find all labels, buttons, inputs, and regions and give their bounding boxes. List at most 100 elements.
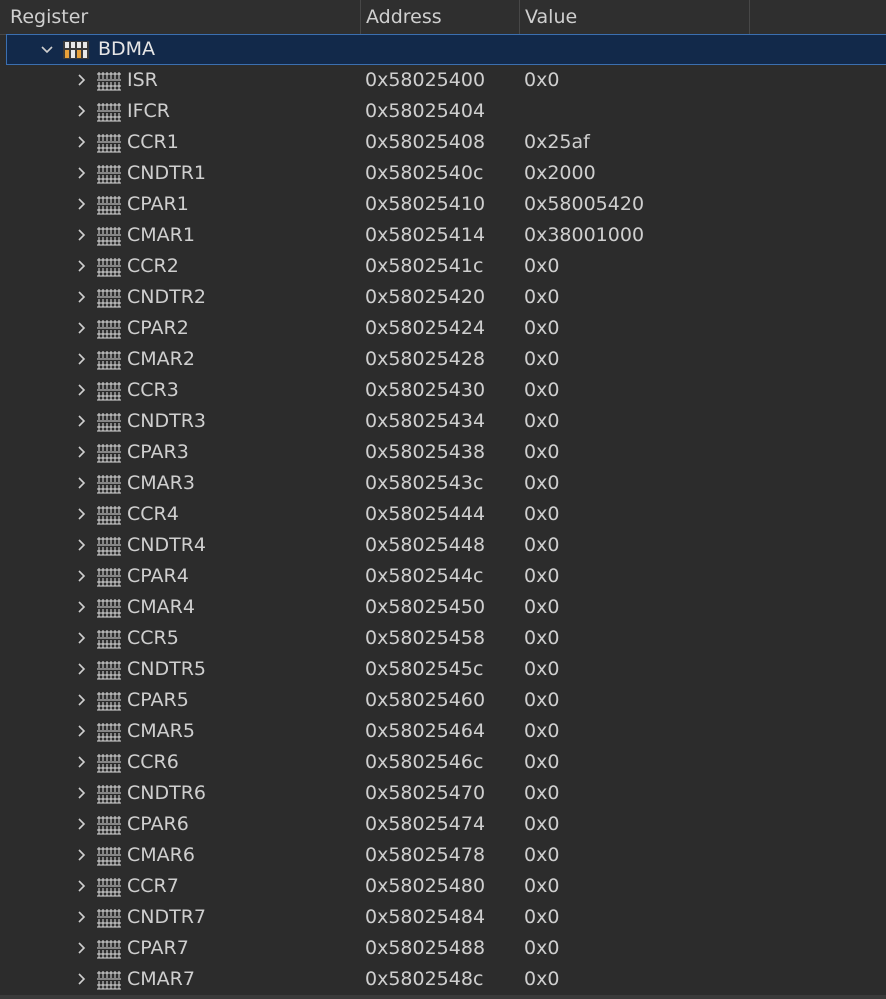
register-row[interactable]: ISR 0x58025400 0x0 [0, 65, 886, 96]
register-value[interactable]: 0x0 [524, 902, 559, 933]
register-value[interactable]: 0x58005420 [524, 189, 644, 220]
register-row[interactable]: CMAR7 0x5802548c 0x0 [0, 964, 886, 995]
register-row[interactable]: CPAR1 0x58025410 0x58005420 [0, 189, 886, 220]
register-value[interactable]: 0x0 [524, 747, 559, 778]
register-name: CPAR2 [127, 317, 189, 339]
register-value[interactable]: 0x0 [524, 654, 559, 685]
register-row[interactable]: CNDTR6 0x58025470 0x0 [0, 778, 886, 809]
chevron-right-icon[interactable] [75, 468, 89, 499]
register-row[interactable]: CNDTR2 0x58025420 0x0 [0, 282, 886, 313]
register-row[interactable]: CMAR3 0x5802543c 0x0 [0, 468, 886, 499]
chevron-right-icon[interactable] [75, 437, 89, 468]
register-value[interactable]: 0x0 [524, 716, 559, 747]
register-value[interactable]: 0x0 [524, 406, 559, 437]
chevron-right-icon[interactable] [75, 747, 89, 778]
register-icon [95, 164, 123, 184]
register-value[interactable]: 0x0 [524, 282, 559, 313]
register-value[interactable]: 0x0 [524, 313, 559, 344]
chevron-right-icon[interactable] [75, 561, 89, 592]
chevron-right-icon[interactable] [75, 406, 89, 437]
register-row[interactable]: CNDTR3 0x58025434 0x0 [0, 406, 886, 437]
chevron-right-icon[interactable] [75, 96, 89, 127]
chevron-right-icon[interactable] [75, 964, 89, 995]
register-row[interactable]: CPAR6 0x58025474 0x0 [0, 809, 886, 840]
chevron-right-icon[interactable] [75, 313, 89, 344]
register-row[interactable]: CNDTR4 0x58025448 0x0 [0, 530, 886, 561]
chevron-down-icon[interactable] [40, 34, 54, 65]
chevron-right-icon[interactable] [75, 840, 89, 871]
register-row[interactable]: CCR3 0x58025430 0x0 [0, 375, 886, 406]
register-value[interactable]: 0x0 [524, 344, 559, 375]
register-value[interactable]: 0x0 [524, 592, 559, 623]
chevron-right-icon[interactable] [75, 623, 89, 654]
register-row[interactable]: CMAR4 0x58025450 0x0 [0, 592, 886, 623]
register-row[interactable]: CMAR6 0x58025478 0x0 [0, 840, 886, 871]
chevron-right-icon[interactable] [75, 685, 89, 716]
register-row[interactable]: CMAR1 0x58025414 0x38001000 [0, 220, 886, 251]
register-column-header[interactable]: Register [0, 0, 361, 34]
register-row[interactable]: CPAR5 0x58025460 0x0 [0, 685, 886, 716]
chevron-right-icon[interactable] [75, 127, 89, 158]
chevron-right-icon[interactable] [75, 344, 89, 375]
register-address: 0x58025424 [365, 317, 486, 339]
chevron-right-icon[interactable] [75, 220, 89, 251]
register-row[interactable]: CMAR2 0x58025428 0x0 [0, 344, 886, 375]
register-row[interactable]: CMAR5 0x58025464 0x0 [0, 716, 886, 747]
register-value[interactable]: 0x0 [524, 964, 559, 995]
chevron-right-icon[interactable] [75, 158, 89, 189]
register-value[interactable]: 0x0 [524, 871, 559, 902]
address-column-header[interactable]: Address [361, 0, 520, 34]
register-value[interactable]: 0x2000 [524, 158, 596, 189]
chevron-right-icon[interactable] [75, 778, 89, 809]
chevron-right-icon[interactable] [75, 65, 89, 96]
chevron-right-icon[interactable] [75, 902, 89, 933]
register-row[interactable]: CPAR3 0x58025438 0x0 [0, 437, 886, 468]
chevron-right-icon[interactable] [75, 933, 89, 964]
register-value[interactable]: 0x0 [524, 685, 559, 716]
chevron-right-icon[interactable] [75, 251, 89, 282]
chevron-right-icon[interactable] [75, 871, 89, 902]
register-value[interactable]: 0x0 [524, 65, 559, 96]
register-value[interactable]: 0x38001000 [524, 220, 644, 251]
chevron-right-icon[interactable] [75, 809, 89, 840]
chevron-right-icon[interactable] [75, 499, 89, 530]
register-row[interactable]: CCR5 0x58025458 0x0 [0, 623, 886, 654]
register-row[interactable]: CNDTR1 0x5802540c 0x2000 [0, 158, 886, 189]
register-value[interactable]: 0x0 [524, 530, 559, 561]
register-value[interactable]: 0x0 [524, 809, 559, 840]
register-row[interactable]: CCR1 0x58025408 0x25af [0, 127, 886, 158]
register-row[interactable]: IFCR 0x58025404 [0, 96, 886, 127]
register-name: CNDTR6 [127, 782, 207, 804]
register-address: 0x5802548c [365, 968, 484, 990]
register-value[interactable]: 0x0 [524, 437, 559, 468]
register-value[interactable]: 0x0 [524, 933, 559, 964]
register-value[interactable]: 0x0 [524, 251, 559, 282]
register-row[interactable]: CNDTR7 0x58025484 0x0 [0, 902, 886, 933]
register-row[interactable]: CCR7 0x58025480 0x0 [0, 871, 886, 902]
chevron-right-icon[interactable] [75, 375, 89, 406]
register-row[interactable]: CCR6 0x5802546c 0x0 [0, 747, 886, 778]
peripheral-row-bdma[interactable]: BDMA [6, 34, 886, 65]
chevron-right-icon[interactable] [75, 716, 89, 747]
register-value[interactable]: 0x25af [524, 127, 590, 158]
register-row[interactable]: CPAR2 0x58025424 0x0 [0, 313, 886, 344]
horizontal-scrollbar[interactable] [0, 995, 886, 999]
register-row[interactable]: CPAR7 0x58025488 0x0 [0, 933, 886, 964]
value-column-header[interactable]: Value [520, 0, 750, 34]
register-value[interactable]: 0x0 [524, 468, 559, 499]
register-value[interactable]: 0x0 [524, 561, 559, 592]
register-value[interactable]: 0x0 [524, 778, 559, 809]
register-value[interactable]: 0x0 [524, 623, 559, 654]
register-row[interactable]: CCR2 0x5802541c 0x0 [0, 251, 886, 282]
register-row[interactable]: CNDTR5 0x5802545c 0x0 [0, 654, 886, 685]
register-value[interactable]: 0x0 [524, 375, 559, 406]
register-value[interactable]: 0x0 [524, 840, 559, 871]
register-row[interactable]: CPAR4 0x5802544c 0x0 [0, 561, 886, 592]
register-value[interactable]: 0x0 [524, 499, 559, 530]
chevron-right-icon[interactable] [75, 530, 89, 561]
chevron-right-icon[interactable] [75, 189, 89, 220]
chevron-right-icon[interactable] [75, 282, 89, 313]
chevron-right-icon[interactable] [75, 592, 89, 623]
chevron-right-icon[interactable] [75, 654, 89, 685]
register-row[interactable]: CCR4 0x58025444 0x0 [0, 499, 886, 530]
